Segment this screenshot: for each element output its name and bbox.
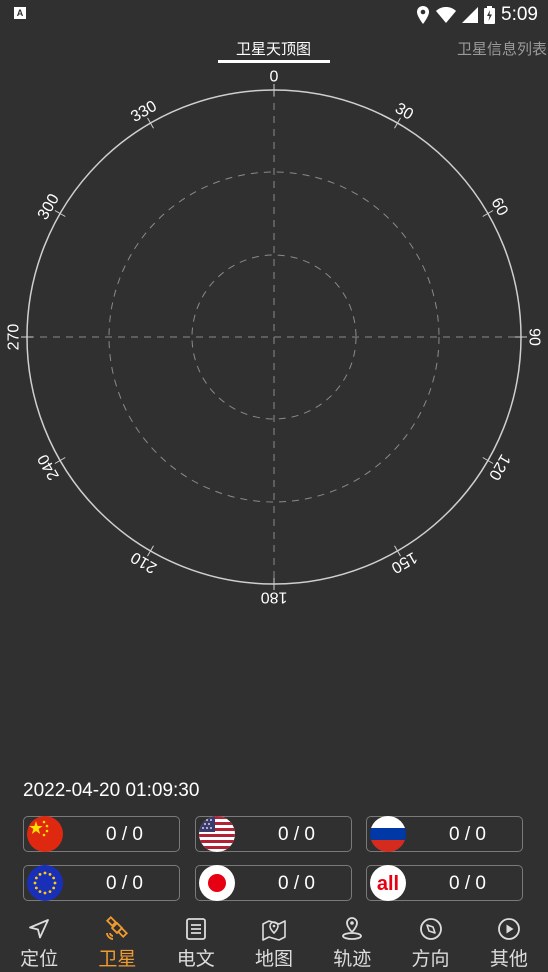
azimuth-label: 30 bbox=[392, 100, 416, 124]
nav-item-track[interactable]: 轨迹 bbox=[313, 910, 391, 972]
azimuth-label: 180 bbox=[261, 589, 288, 606]
azimuth-tick bbox=[394, 545, 401, 557]
azimuth-tick bbox=[482, 457, 494, 464]
status-time: 5:09 bbox=[501, 4, 538, 25]
azimuth-label: 210 bbox=[128, 548, 160, 576]
satellite-count: 0 / 0 bbox=[106, 824, 143, 845]
satellite-system-cell-eu[interactable]: 0 / 0 bbox=[23, 865, 180, 901]
azimuth-tick bbox=[394, 117, 401, 129]
azimuth-tick bbox=[54, 457, 66, 464]
azimuth-tick bbox=[54, 210, 66, 217]
eu-star bbox=[53, 881, 57, 885]
play-circle-icon bbox=[497, 918, 520, 940]
azimuth-label: 90 bbox=[526, 328, 543, 346]
azimuth-label: 0 bbox=[270, 70, 279, 86]
russia-flag bbox=[370, 816, 406, 852]
nav-item-satellite[interactable]: 卫星 bbox=[78, 910, 156, 972]
japan-flag bbox=[199, 865, 235, 901]
nav-label: 卫星 bbox=[98, 949, 137, 970]
azimuth-tick bbox=[147, 117, 154, 129]
nav-label: 轨迹 bbox=[333, 949, 372, 970]
tab-satellite-list[interactable]: 卫星信息列表 bbox=[457, 38, 547, 59]
satellite-count: 0 / 0 bbox=[449, 824, 486, 845]
satellite-count: 0 / 0 bbox=[106, 873, 143, 894]
nav-label: 方向 bbox=[411, 949, 450, 970]
eu-star bbox=[52, 876, 56, 880]
eu-star bbox=[52, 886, 56, 890]
nav-label: 其他 bbox=[489, 949, 528, 970]
eu-star bbox=[38, 872, 42, 876]
eu-star bbox=[34, 876, 38, 880]
skyplot: 0 30 60 90 120 150 180 210 240 270 300 330 bbox=[6, 70, 543, 606]
satellite-system-cell-china[interactable]: 0 / 0 bbox=[23, 816, 180, 852]
nav-label: 地图 bbox=[254, 949, 293, 970]
nav-item-message[interactable]: 电文 bbox=[157, 910, 235, 972]
satellite-count: 0 / 0 bbox=[278, 873, 315, 894]
map-pin-icon bbox=[262, 920, 286, 941]
azimuth-tick bbox=[147, 545, 154, 557]
azimuth-label: 270 bbox=[6, 324, 23, 351]
satellite-system-cell-all[interactable]: all 0 / 0 bbox=[366, 865, 523, 901]
azimuth-label: 300 bbox=[35, 191, 63, 223]
status-icons: 5:09 bbox=[416, 4, 538, 26]
all-icon-text: all bbox=[377, 873, 399, 895]
azimuth-label: 150 bbox=[388, 548, 420, 576]
usa-flag bbox=[199, 816, 235, 852]
skyplot-grid bbox=[26, 89, 522, 585]
satellite-system-cell-russia[interactable]: 0 / 0 bbox=[366, 816, 523, 852]
nav-item-other[interactable]: 其他 bbox=[470, 910, 548, 972]
document-icon bbox=[185, 918, 206, 940]
wifi-icon bbox=[436, 7, 457, 23]
compass-icon bbox=[419, 918, 442, 940]
eu-flag bbox=[27, 865, 63, 901]
azimuth-label: 120 bbox=[485, 451, 513, 483]
eu-star bbox=[48, 890, 52, 894]
tab-skyplot[interactable]: 卫星天顶图 bbox=[236, 38, 311, 59]
navigation-arrow-icon bbox=[29, 919, 50, 939]
nav-item-map[interactable]: 地图 bbox=[235, 910, 313, 972]
eu-star bbox=[38, 890, 42, 894]
track-pin-icon bbox=[342, 917, 363, 940]
tab-active-indicator bbox=[218, 60, 330, 63]
eu-star bbox=[34, 886, 38, 890]
nav-label: 定位 bbox=[20, 949, 59, 970]
nav-item-positioning[interactable]: 定位 bbox=[0, 910, 78, 972]
datetime-readout: 2022-04-20 01:09:30 bbox=[23, 780, 200, 801]
azimuth-tick bbox=[482, 210, 494, 217]
tab-bar: 卫星天顶图 卫星信息列表 bbox=[0, 34, 548, 66]
azimuth-label: 60 bbox=[487, 195, 511, 219]
satellite-system-cell-usa[interactable]: 0 / 0 bbox=[195, 816, 352, 852]
all-icon: all bbox=[370, 865, 406, 901]
azimuth-label: 330 bbox=[128, 98, 160, 126]
battery-icon bbox=[484, 6, 496, 24]
satellite-count: 0 / 0 bbox=[278, 824, 315, 845]
eu-star bbox=[43, 891, 47, 895]
cell-signal-icon bbox=[462, 7, 479, 23]
status-bar: A 5:09 bbox=[0, 0, 548, 30]
nav-item-direction[interactable]: 方向 bbox=[391, 910, 469, 972]
satellite-count: 0 / 0 bbox=[449, 873, 486, 894]
eu-star bbox=[33, 881, 37, 885]
satellite-icon bbox=[106, 916, 129, 940]
china-flag bbox=[27, 816, 63, 852]
eu-star bbox=[48, 872, 52, 876]
eu-star bbox=[43, 871, 47, 875]
app-notification-icon: A bbox=[14, 7, 26, 19]
nav-label: 电文 bbox=[176, 949, 215, 970]
bottom-nav: 定位 卫星 电文 地图 轨迹 方向 其他 bbox=[0, 910, 548, 972]
satellite-system-cell-japan[interactable]: 0 / 0 bbox=[195, 865, 352, 901]
azimuth-label: 240 bbox=[35, 451, 63, 483]
location-icon bbox=[417, 6, 430, 24]
